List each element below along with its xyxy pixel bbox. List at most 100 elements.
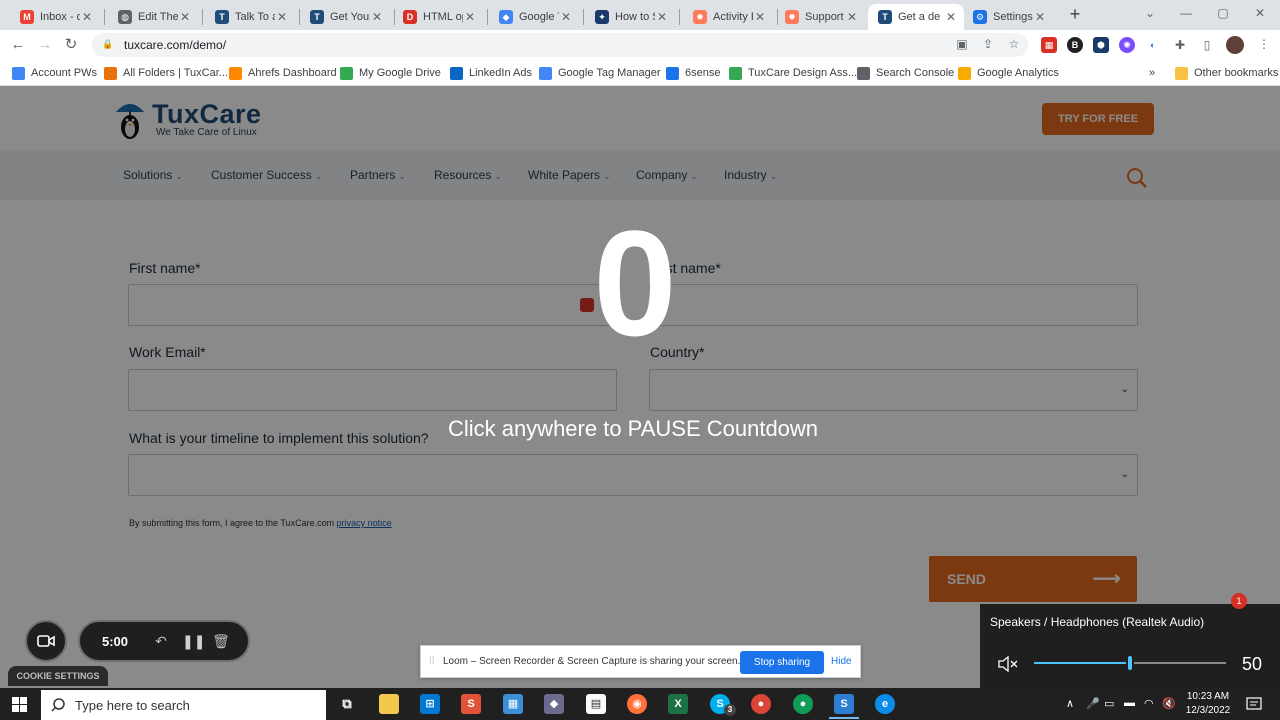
file-explorer-icon[interactable] <box>379 694 399 714</box>
close-icon[interactable]: ✕ <box>275 10 289 24</box>
close-icon[interactable]: ✕ <box>655 10 669 24</box>
bookmarks-overflow-button[interactable]: » <box>1149 65 1155 81</box>
microphone-icon[interactable]: 🎤 <box>1086 697 1100 710</box>
side-panel-icon[interactable]: ▯ <box>1199 37 1215 53</box>
browser-tab[interactable]: ✦ How to S✕ <box>585 4 675 30</box>
drag-handle-icon[interactable]: ⁞⁞ <box>429 656 435 667</box>
share-icon[interactable]: ⇪ <box>980 36 996 52</box>
reload-icon[interactable]: ↻ <box>62 36 80 54</box>
snagit-icon[interactable]: S <box>461 694 481 714</box>
maximize-icon[interactable]: ▢ <box>1213 6 1233 22</box>
speaker-mute-icon[interactable] <box>998 656 1018 672</box>
chrome-profile-icon[interactable]: ● <box>793 694 813 714</box>
browser-toolbar: ← → ↻ 🔒 tuxcare.com/demo/ ▣ ⇪ ☆ ▦ B ⬢ ✺ … <box>0 30 1280 60</box>
d-icon: D <box>403 10 417 24</box>
extension-icon[interactable]: ◐ <box>1145 37 1161 53</box>
extension-icon[interactable]: ✺ <box>1119 37 1135 53</box>
new-tab-button[interactable]: + <box>1066 5 1084 24</box>
close-icon[interactable]: ✕ <box>944 10 958 24</box>
audio-device-name[interactable]: Speakers / Headphones (Realtek Audio) <box>990 615 1204 629</box>
avatar[interactable] <box>1226 36 1244 54</box>
app-icon[interactable]: ◆ <box>544 694 564 714</box>
edge-icon[interactable]: e <box>875 694 895 714</box>
firefox-icon[interactable]: ◉ <box>627 694 647 714</box>
task-view-icon[interactable]: ⧉ <box>337 694 357 714</box>
other-bookmarks-folder[interactable]: Other bookmarks <box>1175 65 1278 81</box>
windows-start-icon[interactable] <box>12 697 27 712</box>
bookmark-item[interactable]: Search Console <box>857 65 954 81</box>
forward-icon[interactable]: → <box>36 36 54 54</box>
bookmark-item[interactable]: Google Tag Manager <box>539 65 661 81</box>
browser-tab[interactable]: ✹ Activity F✕ <box>683 4 773 30</box>
tray-overflow-icon[interactable]: ∧ <box>1066 697 1074 710</box>
browser-tab[interactable]: D HTML op✕ <box>393 4 483 30</box>
address-bar[interactable]: 🔒 tuxcare.com/demo/ <box>92 33 1028 57</box>
close-icon[interactable]: ✕ <box>370 10 384 24</box>
notepad-icon[interactable]: ▤ <box>586 694 606 714</box>
bookmark-item[interactable]: TuxCare Design Ass... <box>729 65 857 81</box>
calculator-icon[interactable]: ▦ <box>503 694 523 714</box>
browser-tab[interactable]: T Get Your ✕ <box>300 4 390 30</box>
bookmark-star-icon[interactable]: ☆ <box>1006 36 1022 52</box>
display-icon[interactable]: ▭ <box>1104 697 1114 710</box>
minimize-icon[interactable]: — <box>1176 6 1196 22</box>
speaker-mute-icon[interactable]: 🔇 <box>1162 697 1176 710</box>
close-window-icon[interactable]: ✕ <box>1250 6 1270 22</box>
close-icon[interactable]: ✕ <box>1033 10 1047 24</box>
chat-notification-badge[interactable]: 1 <box>1231 593 1247 609</box>
bookmark-item[interactable]: Google Analytics <box>958 65 1059 81</box>
menu-dots-icon[interactable]: ⋮ <box>1256 36 1272 52</box>
undo-icon[interactable]: ↶ <box>152 632 170 650</box>
close-icon[interactable]: ✕ <box>80 10 94 24</box>
volume-thumb[interactable] <box>1126 654 1134 672</box>
excel-icon[interactable]: X <box>668 694 688 714</box>
stop-sharing-button[interactable]: Stop sharing <box>740 651 824 674</box>
browser-tab[interactable]: T Talk To an✕ <box>205 4 295 30</box>
browser-tab[interactable]: ◆ Google T✕ <box>489 4 579 30</box>
wifi-icon[interactable]: ◠ <box>1144 697 1154 710</box>
bookmark-item[interactable]: Account PWs <box>12 65 97 81</box>
browser-tab[interactable]: M Inbox - d ✕ <box>10 4 100 30</box>
taskbar-search-box[interactable]: Type here to search <box>41 690 326 720</box>
close-icon[interactable]: ✕ <box>845 10 859 24</box>
tag-manager-icon: ◆ <box>499 10 513 24</box>
browser-tab[interactable]: ◍ Edit Them✕ <box>108 4 198 30</box>
bookmark-icon <box>666 66 679 80</box>
bookmark-label: All Folders | TuxCar... <box>123 67 228 79</box>
cookie-settings-button[interactable]: COOKIE SETTINGS <box>8 666 108 686</box>
pause-icon[interactable]: ❚❚ <box>182 632 205 650</box>
browser-tab[interactable]: T Get a de ✕ <box>868 4 964 30</box>
trash-icon[interactable]: 🗑 <box>212 632 230 650</box>
bookmark-item[interactable]: My Google Drive <box>340 65 441 81</box>
battery-icon[interactable]: ▬ <box>1124 697 1135 709</box>
volume-slider[interactable] <box>1034 654 1226 672</box>
extension-icon[interactable]: ▦ <box>1041 37 1057 53</box>
notification-center-icon[interactable] <box>1246 696 1262 712</box>
close-icon[interactable]: ✕ <box>559 10 573 24</box>
chevron-down-icon[interactable]: ⌄ <box>1140 6 1160 22</box>
puzzle-icon[interactable]: ✚ <box>1172 37 1188 53</box>
close-icon[interactable]: ✕ <box>753 10 767 24</box>
browser-tab[interactable]: ✹ Support ✕ <box>775 4 865 30</box>
extension-icon[interactable]: ⬢ <box>1093 37 1109 53</box>
countdown-overlay[interactable] <box>0 86 1280 688</box>
cast-icon[interactable]: ▣ <box>954 36 970 52</box>
bookmark-item[interactable]: 6sense <box>666 65 720 81</box>
hide-button[interactable]: Hide <box>831 656 852 667</box>
taskbar-clock[interactable]: 10:23 AM 12/3/2022 <box>1182 690 1234 718</box>
back-icon[interactable]: ← <box>9 36 27 54</box>
camera-toggle-button[interactable] <box>25 620 67 662</box>
extension-icon[interactable]: B <box>1067 37 1083 53</box>
snagit-editor-icon[interactable]: S <box>834 694 854 714</box>
bookmark-item[interactable]: All Folders | TuxCar... <box>104 65 228 81</box>
store-icon[interactable]: ⊞ <box>420 694 440 714</box>
browser-tab[interactable]: ⚙ Settings ✕ <box>963 4 1053 30</box>
close-icon[interactable]: ✕ <box>178 10 192 24</box>
bookmark-item[interactable]: Ahrefs Dashboard <box>229 65 337 81</box>
chrome-icon[interactable]: ● <box>751 694 771 714</box>
close-icon[interactable]: ✕ <box>463 10 477 24</box>
countdown-number: 0 <box>593 199 677 367</box>
tab-label: How to S <box>615 11 655 23</box>
pause-hint-text: Click anywhere to PAUSE Countdown <box>447 416 819 441</box>
bookmark-item[interactable]: LinkedIn Ads <box>450 65 532 81</box>
